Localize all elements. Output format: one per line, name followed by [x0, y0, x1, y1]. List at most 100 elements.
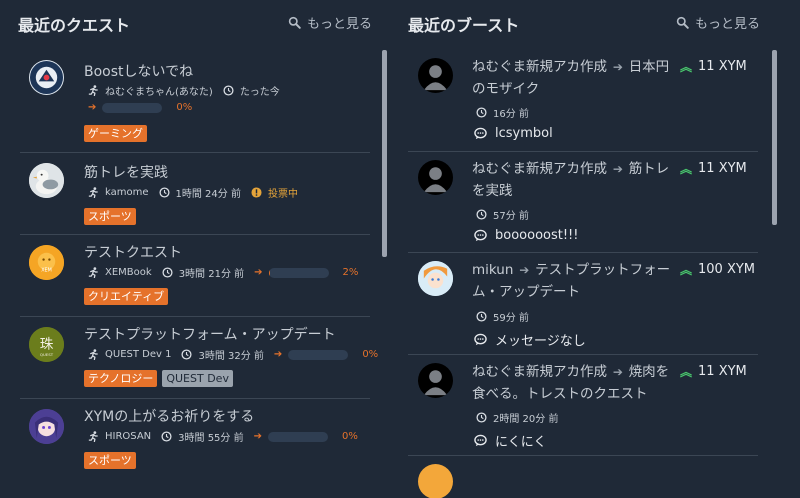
tag-quest-dev[interactable]: QUEST Dev: [162, 370, 233, 387]
vote-status: 投票中: [267, 189, 298, 200]
progress-bar: [288, 349, 349, 360]
quest-item[interactable]: XEM テストクエスト XEMBook 3時間 21分 前 ➔ 2% クリエイテ…: [20, 235, 370, 317]
double-chevron-up-icon: ︽: [680, 263, 693, 277]
tag-sports[interactable]: スポーツ: [84, 452, 136, 469]
runner-icon: [88, 267, 98, 278]
boost-user[interactable]: ねむぐま新規アカ作成: [472, 59, 607, 75]
tag-sports[interactable]: スポーツ: [84, 208, 136, 225]
svg-text:QUEST: QUEST: [40, 352, 54, 357]
arrow-right-icon: ➔: [273, 349, 283, 360]
boost-time: 57分 前: [476, 207, 529, 222]
quest-tags: テクノロジー QUEST Dev: [84, 370, 233, 387]
search-icon: [288, 16, 301, 29]
quest-author[interactable]: HIROSAN: [105, 431, 151, 442]
alert-icon: [251, 187, 262, 198]
quest-title[interactable]: XYMの上がるお祈りをする: [84, 406, 254, 426]
quest-time: たった今: [239, 87, 280, 98]
quest-progress: ➔ 2%: [254, 267, 358, 278]
avatar: [418, 464, 453, 498]
boost-item[interactable]: [408, 456, 758, 498]
double-chevron-up-icon: ︽: [680, 60, 693, 74]
comment-icon: [474, 127, 487, 140]
boost-user[interactable]: ねむぐま新規アカ作成: [472, 161, 607, 177]
boost-item[interactable]: ねむぐま新規アカ作成 ➔ 筋トレを実践 ︽ 11 XYM 57分 前 boooo…: [408, 152, 758, 253]
boost-item[interactable]: ねむぐま新規アカ作成 ➔ 焼肉を食べる。トレストのクエスト ︽ 11 XYM 2…: [408, 355, 758, 456]
boost-description[interactable]: ねむぐま新規アカ作成 ➔ 日本円のモザイク: [472, 56, 672, 100]
boost-amount: ︽ 100 XYM: [680, 261, 755, 278]
quest-tags: スポーツ: [84, 452, 136, 469]
arrow-right-icon: ➔: [609, 60, 627, 74]
quest-item[interactable]: 筋トレを実践 kamome 1時間 24分 前 投票中 スポーツ: [20, 153, 370, 235]
quests-see-more-link[interactable]: もっと見る: [288, 13, 372, 32]
comment-icon: [474, 229, 487, 242]
boost-message: lcsymbol: [474, 126, 553, 141]
tag-creative[interactable]: クリエイティブ: [84, 288, 169, 305]
quest-author[interactable]: QUEST Dev 1: [105, 349, 171, 360]
clock-icon: [181, 349, 193, 360]
boost-list-scrollbar[interactable]: [772, 50, 777, 225]
quest-item[interactable]: 珠 QUEST テストプラットフォーム・アップデート QUEST Dev 1 3時…: [20, 317, 378, 399]
boost-time: 59分 前: [476, 309, 529, 324]
clock-icon: [476, 412, 487, 423]
recent-quests-panel: 最近のクエスト もっと見る Boostしないでね ねむぐまちゃん(あなた) たっ…: [0, 0, 392, 498]
double-chevron-up-icon: ︽: [680, 365, 693, 379]
quest-author[interactable]: XEMBook: [105, 267, 152, 278]
quest-title[interactable]: Boostしないでね: [84, 61, 193, 81]
quest-list-scrollbar[interactable]: [382, 50, 387, 257]
boost-message: boooooost!!!: [474, 228, 578, 243]
quest-time: 3時間 55分 前: [178, 433, 244, 444]
tag-technology[interactable]: テクノロジー: [84, 370, 158, 387]
recent-quests-title: 最近のクエスト: [18, 16, 131, 35]
boost-description[interactable]: ねむぐま新規アカ作成 ➔ 焼肉を食べる。トレストのクエスト: [472, 361, 672, 405]
quest-title[interactable]: テストクエスト: [84, 242, 182, 262]
avatar: [29, 409, 64, 444]
quest-progress: ➔ 0%: [254, 431, 358, 442]
runner-icon: [88, 431, 98, 442]
boost-message-text: boooooost!!!: [495, 228, 579, 243]
arrow-right-icon: ➔: [88, 102, 97, 113]
boost-amount: ︽ 11 XYM: [680, 58, 747, 75]
boost-user[interactable]: ねむぐま新規アカ作成: [472, 364, 607, 380]
comment-icon: [474, 434, 487, 447]
quest-author[interactable]: kamome: [105, 187, 149, 198]
boost-message: にくにく: [474, 431, 546, 450]
quest-author[interactable]: ねむぐまちゃん(あなた): [105, 83, 213, 98]
avatar: [418, 160, 453, 195]
progress-label: 0%: [342, 431, 358, 442]
avatar: [29, 163, 64, 198]
boost-time-value: 57分 前: [493, 211, 529, 222]
quest-item[interactable]: XYMの上がるお祈りをする HIROSAN 3時間 55分 前 ➔ 0% スポー…: [20, 399, 370, 481]
progress-bar: [102, 102, 163, 113]
boost-item[interactable]: mikun ➔ テストプラットフォーム・アップデート ︽ 100 XYM 59分…: [408, 253, 758, 355]
recent-boosts-panel: 最近のブースト もっと見る ねむぐま新規アカ作成 ➔ 日本円のモザイク ︽ 11…: [398, 0, 800, 498]
quest-title[interactable]: 筋トレを実践: [84, 162, 168, 182]
boosts-see-more-label: もっと見る: [695, 17, 761, 32]
quest-item[interactable]: Boostしないでね ねむぐまちゃん(あなた) たった今 ➔ 0% ゲーミング: [20, 50, 370, 153]
boost-item[interactable]: ねむぐま新規アカ作成 ➔ 日本円のモザイク ︽ 11 XYM 16分 前 lcs…: [408, 50, 758, 152]
arrow-right-icon: ➔: [254, 267, 263, 278]
svg-text:珠: 珠: [40, 336, 54, 352]
double-chevron-up-icon: ︽: [680, 162, 693, 176]
boost-description[interactable]: mikun ➔ テストプラットフォーム・アップデート: [472, 259, 672, 303]
boosts-see-more-link[interactable]: もっと見る: [676, 13, 760, 32]
progress-label: 2%: [342, 267, 359, 278]
boost-message-text: にくにく: [495, 435, 547, 450]
tag-gaming[interactable]: ゲーミング: [84, 125, 147, 142]
runner-icon: [88, 349, 98, 360]
boost-description[interactable]: ねむぐま新規アカ作成 ➔ 筋トレを実践: [472, 158, 672, 202]
boost-time-value: 59分 前: [493, 313, 529, 324]
quest-meta: XEMBook 3時間 21分 前 ➔ 2%: [88, 265, 358, 280]
clock-icon: [476, 107, 487, 118]
boost-message: メッセージなし: [474, 330, 586, 349]
runner-icon: [88, 187, 98, 198]
boost-user[interactable]: mikun: [472, 262, 513, 278]
svg-text:XEM: XEM: [41, 267, 52, 273]
boost-amount-value: 11 XYM: [698, 59, 747, 74]
clock-icon: [162, 267, 173, 278]
quest-time: 3時間 32分 前: [198, 351, 264, 362]
quest-tags: スポーツ: [84, 208, 136, 225]
boost-time: 2時間 20分 前: [476, 410, 558, 425]
arrow-right-icon: ➔: [253, 431, 262, 442]
boost-message-text: メッセージなし: [495, 334, 586, 349]
quest-title[interactable]: テストプラットフォーム・アップデート: [84, 324, 336, 344]
